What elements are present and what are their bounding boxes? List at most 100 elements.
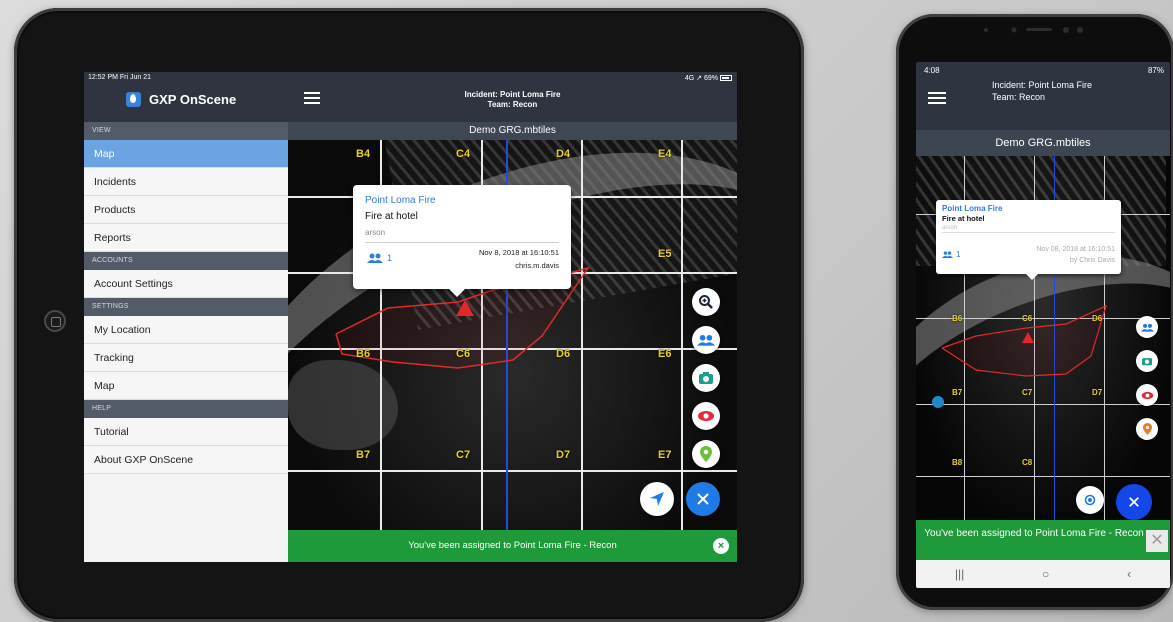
grid-label: B7 bbox=[952, 388, 963, 397]
map-view[interactable]: B4 C4 D4 E4 E5 B6 C6 D6 E6 B7 C7 D7 E7 P… bbox=[288, 140, 737, 530]
sidebar-item-map[interactable]: Map bbox=[84, 140, 288, 168]
grid-label: E6 bbox=[658, 348, 672, 360]
people-icon bbox=[697, 334, 715, 346]
popup-user: by Chris Davis bbox=[1069, 257, 1115, 264]
observation-button[interactable] bbox=[692, 402, 720, 430]
incident-warning-marker[interactable] bbox=[456, 300, 474, 316]
sidebar-item-about[interactable]: About GXP OnScene bbox=[84, 446, 288, 474]
section-header-help: HELP bbox=[84, 400, 288, 418]
team-button[interactable] bbox=[692, 326, 720, 354]
grid-label: E4 bbox=[658, 148, 672, 160]
sidebar-item-tracking[interactable]: Tracking bbox=[84, 344, 288, 372]
sidebar-item-reports[interactable]: Reports bbox=[84, 224, 288, 252]
toast-close-icon[interactable]: × bbox=[713, 538, 729, 554]
home-button[interactable] bbox=[44, 310, 66, 332]
grid-label: B7 bbox=[356, 449, 371, 461]
layer-name: Demo GRG.mbtiles bbox=[288, 122, 737, 140]
close-actions-button[interactable] bbox=[1116, 484, 1152, 520]
sidebar-header: 12:52 PM Fri Jun 21 GXP OnScene bbox=[84, 72, 288, 122]
section-header-view: VIEW bbox=[84, 122, 288, 140]
people-icon bbox=[1140, 323, 1154, 332]
map-pin-icon bbox=[700, 446, 712, 462]
grid-label: C6 bbox=[456, 348, 471, 360]
sidebar-item-tutorial[interactable]: Tutorial bbox=[84, 418, 288, 446]
grid-label: D6 bbox=[556, 348, 571, 360]
tablet-screen: 12:52 PM Fri Jun 21 GXP OnScene VIEW Map… bbox=[84, 72, 737, 562]
section-header-settings: SETTINGS bbox=[84, 298, 288, 316]
app-brand: GXP OnScene bbox=[126, 92, 236, 107]
popup-date: Nov 08, 2018 at 16:10:51 bbox=[1036, 246, 1115, 253]
phone-top-bar: 4:08 87% Incident: Point Loma Fire Team:… bbox=[916, 62, 1170, 130]
sidebar-item-account-settings[interactable]: Account Settings bbox=[84, 270, 288, 298]
phone-assignment-toast: You've been assigned to Point Loma Fire … bbox=[916, 520, 1170, 560]
popup-user: chris.m.davis bbox=[515, 261, 559, 270]
phone-screen: 4:08 87% Incident: Point Loma Fire Team:… bbox=[916, 62, 1170, 588]
app-title: GXP OnScene bbox=[149, 92, 237, 107]
tablet-device: 12:52 PM Fri Jun 21 GXP OnScene VIEW Map… bbox=[14, 8, 804, 622]
popup-title[interactable]: Point Loma Fire bbox=[942, 204, 1115, 213]
phone-incident-header: Incident: Point Loma Fire Team: Recon bbox=[992, 79, 1092, 103]
grid-label: C6 bbox=[1022, 314, 1033, 323]
grid-label: D7 bbox=[1092, 388, 1103, 397]
phone-incident-name: Incident: Point Loma Fire bbox=[992, 80, 1093, 90]
camera-button[interactable] bbox=[1136, 350, 1158, 372]
incident-header: Incident: Point Loma Fire Team: Recon bbox=[288, 90, 737, 110]
team-name: Team: Recon bbox=[487, 100, 538, 109]
incident-popup[interactable]: Point Loma Fire Fire at hotel arson 1 No… bbox=[353, 185, 571, 297]
status-indicators: 4G ↗ 69% bbox=[685, 74, 732, 82]
phone-layer-name: Demo GRG.mbtiles bbox=[916, 130, 1170, 156]
sidebar: 12:52 PM Fri Jun 21 GXP OnScene VIEW Map… bbox=[84, 72, 288, 562]
toast-close-icon[interactable]: ✕ bbox=[1146, 530, 1168, 552]
signal-battery-text: 4G ↗ 69% bbox=[684, 75, 718, 82]
home-nav-button[interactable]: ○ bbox=[1042, 567, 1049, 581]
popup-title[interactable]: Point Loma Fire bbox=[365, 195, 559, 206]
grid-label: D7 bbox=[556, 449, 571, 461]
close-actions-button[interactable] bbox=[686, 482, 720, 516]
grid-label: D4 bbox=[556, 148, 571, 160]
popup-member-count: 1 bbox=[387, 253, 393, 263]
grid-label: C8 bbox=[1022, 458, 1033, 467]
gps-target-icon bbox=[1084, 494, 1096, 506]
camera-icon bbox=[1142, 358, 1152, 366]
phone-map-view[interactable]: B4 C4 D4 B6 C6 D6 B7 C7 D7 B8 C8 Point L… bbox=[916, 156, 1170, 520]
top-bar: Incident: Point Loma Fire Team: Recon 4G… bbox=[288, 72, 737, 122]
location-pin-icon[interactable] bbox=[932, 396, 944, 408]
popup-tag: arson bbox=[942, 225, 1115, 233]
popup-tag: arson bbox=[365, 228, 559, 243]
sidebar-item-products[interactable]: Products bbox=[84, 196, 288, 224]
battery-icon bbox=[720, 75, 732, 82]
phone-team-name: Team: Recon bbox=[992, 92, 1046, 102]
phone-menu-icon[interactable] bbox=[928, 92, 946, 94]
phone-status-time: 4:08 bbox=[924, 66, 940, 75]
toast-message: You've been assigned to Point Loma Fire … bbox=[408, 540, 617, 551]
android-nav-bar: ||| ○ ‹ bbox=[916, 560, 1170, 588]
locate-button[interactable] bbox=[1076, 486, 1104, 514]
grid-label: D6 bbox=[1092, 314, 1103, 323]
phone-incident-popup[interactable]: Point Loma Fire Fire at hotel arson 1 No… bbox=[936, 200, 1121, 280]
navigation-arrow-icon bbox=[650, 492, 664, 506]
add-marker-button[interactable] bbox=[1136, 418, 1158, 440]
grid-label: B8 bbox=[952, 458, 963, 467]
toast-message: You've been assigned to Point Loma Fire … bbox=[924, 528, 1144, 539]
eye-icon bbox=[698, 411, 714, 421]
grid-label: B6 bbox=[356, 348, 371, 360]
locate-button[interactable] bbox=[640, 482, 674, 516]
recent-apps-button[interactable]: ||| bbox=[955, 567, 964, 581]
app-logo-icon bbox=[126, 92, 141, 107]
people-icon bbox=[942, 251, 953, 258]
add-marker-button[interactable] bbox=[692, 440, 720, 468]
popup-subtitle: Fire at hotel bbox=[365, 211, 418, 222]
back-nav-button[interactable]: ‹ bbox=[1127, 567, 1131, 581]
grid-label: B6 bbox=[952, 314, 963, 323]
camera-button[interactable] bbox=[692, 364, 720, 392]
sidebar-item-incidents[interactable]: Incidents bbox=[84, 168, 288, 196]
team-button[interactable] bbox=[1136, 316, 1158, 338]
map-pin-icon bbox=[1142, 423, 1152, 435]
observation-button[interactable] bbox=[1136, 384, 1158, 406]
zoom-in-button[interactable] bbox=[692, 288, 720, 316]
close-icon bbox=[697, 493, 709, 505]
incident-warning-marker[interactable] bbox=[1022, 332, 1034, 343]
sidebar-item-my-location[interactable]: My Location bbox=[84, 316, 288, 344]
sidebar-item-map-settings[interactable]: Map bbox=[84, 372, 288, 400]
phone-sensors bbox=[984, 27, 1083, 33]
